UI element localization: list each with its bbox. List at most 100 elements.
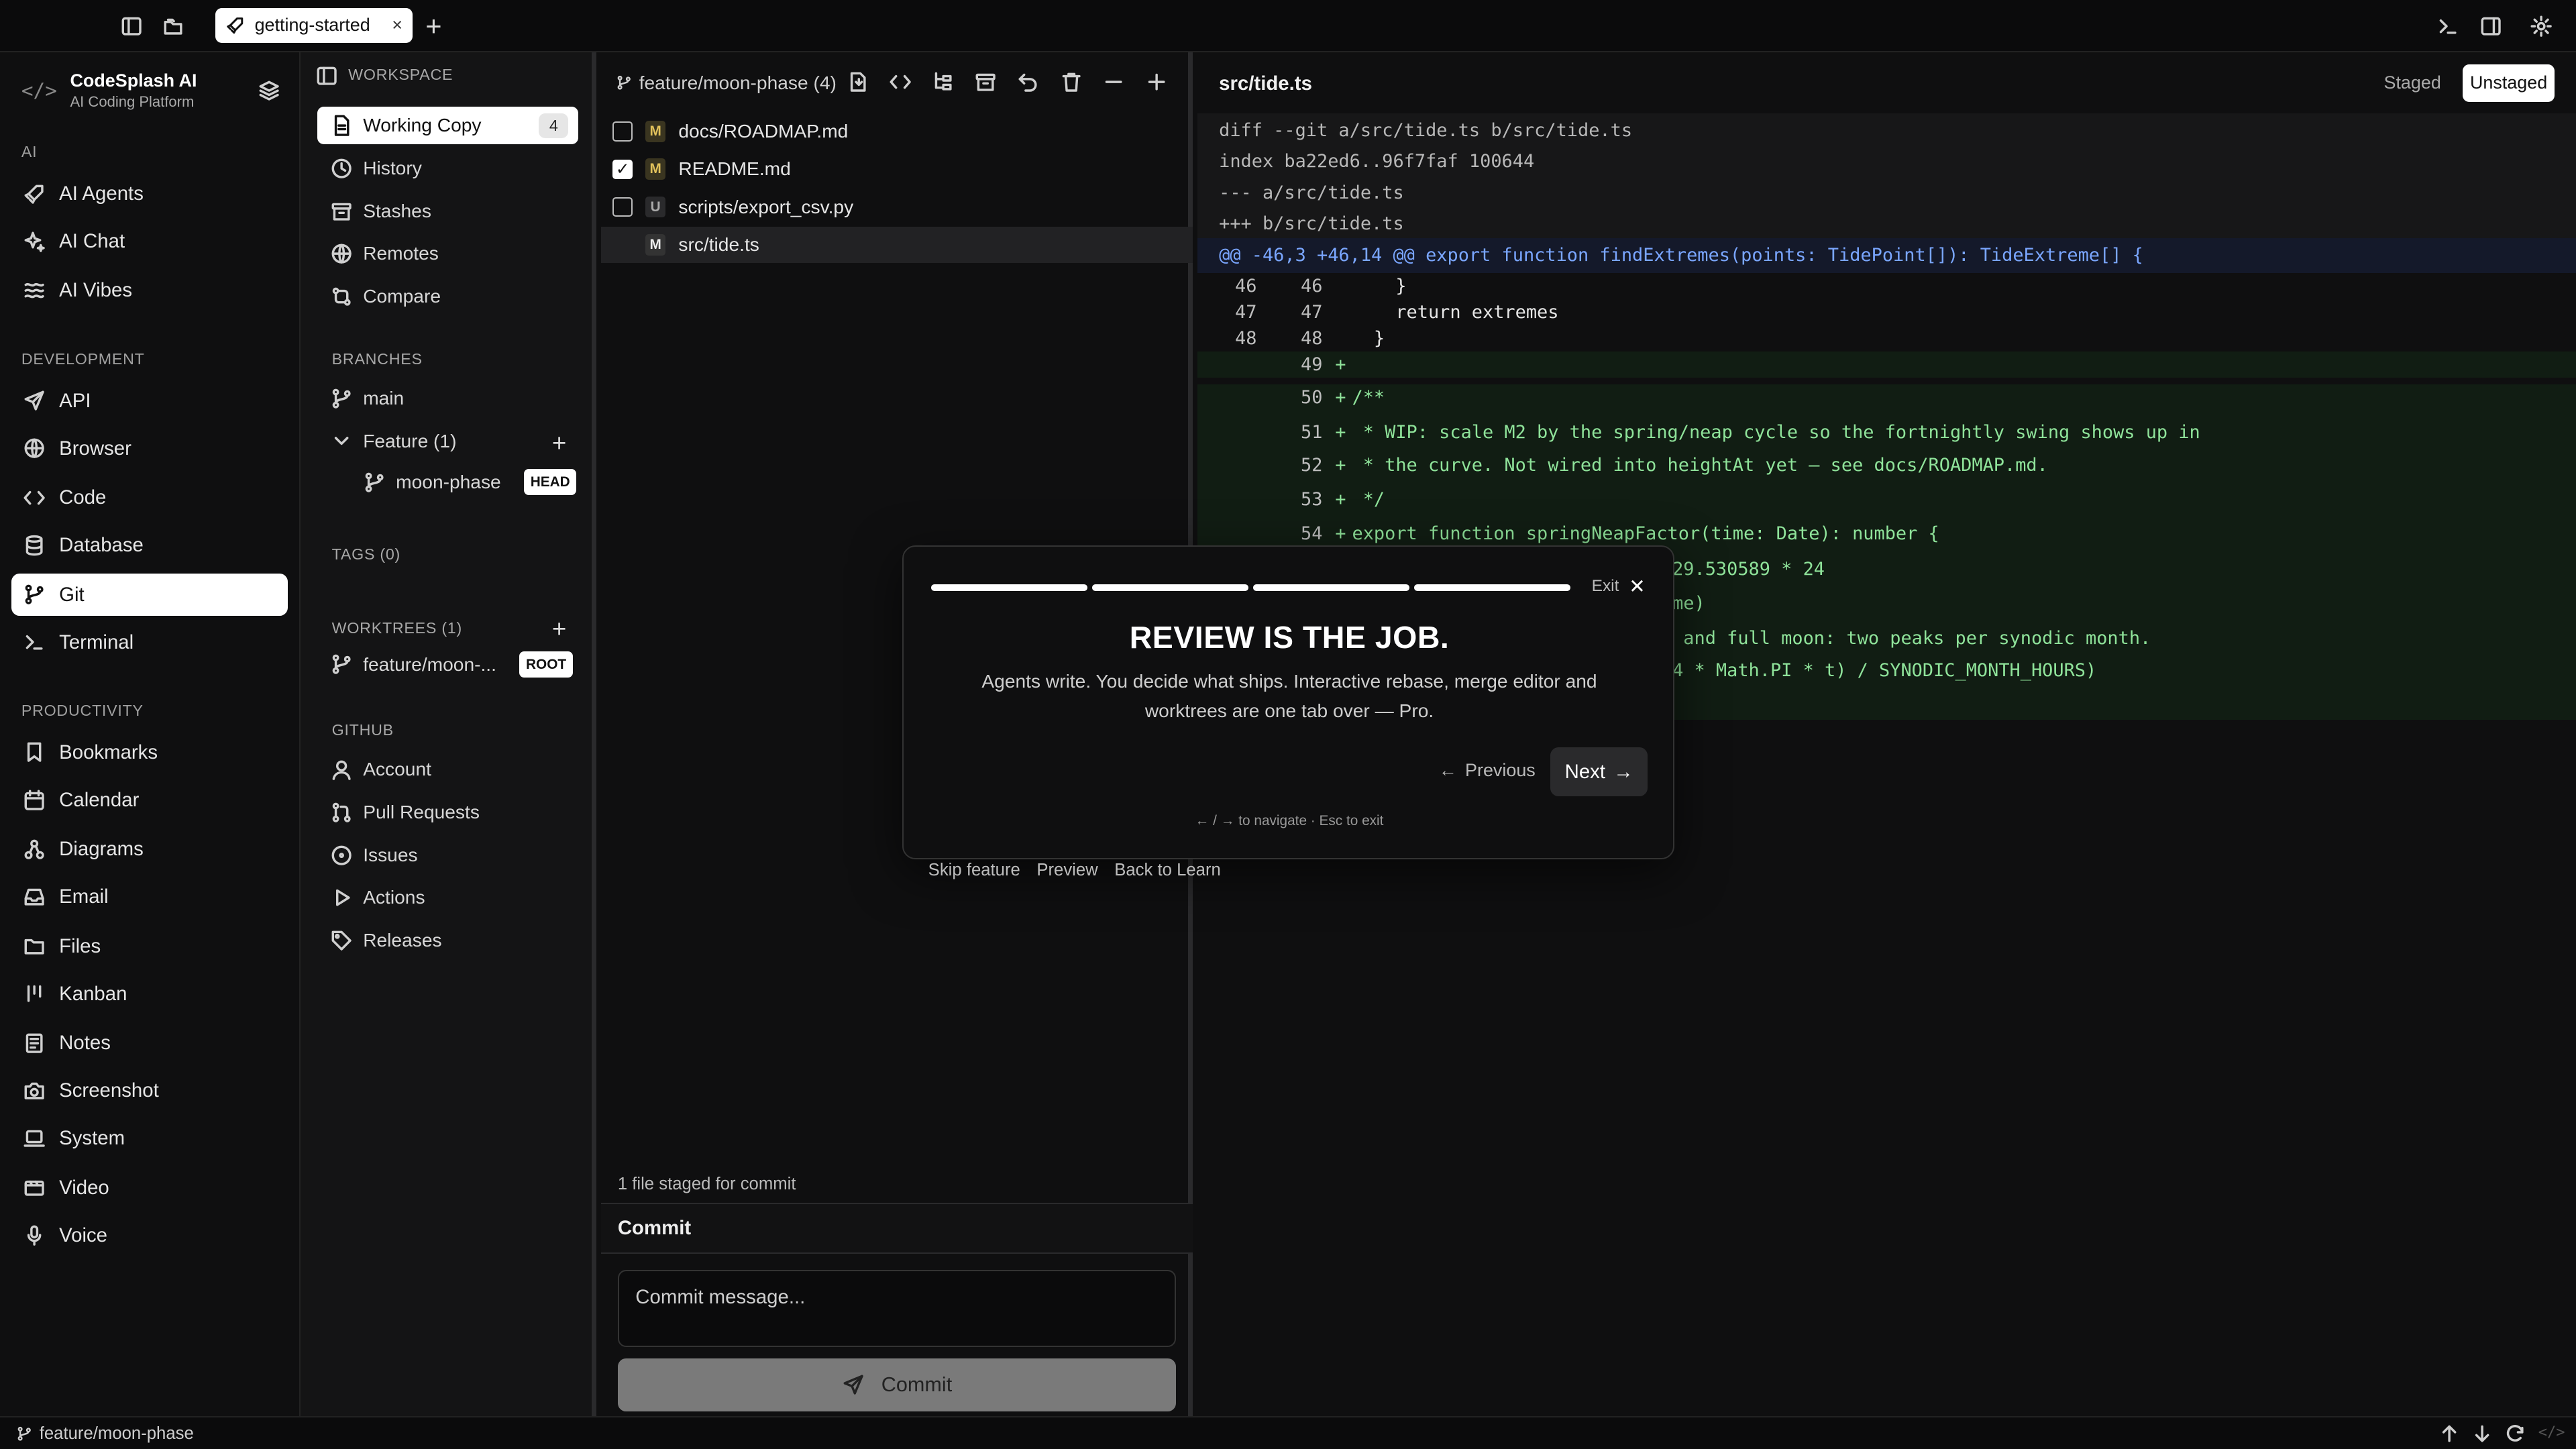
folders-icon[interactable] bbox=[162, 15, 185, 38]
branch-label: main bbox=[363, 387, 405, 409]
sidebar-item-git[interactable]: Git bbox=[11, 573, 288, 616]
code-line-partial: 29.530589 * 24 bbox=[1672, 558, 1825, 580]
notes-icon bbox=[23, 1032, 46, 1055]
stage-checkbox[interactable] bbox=[612, 121, 633, 142]
branch-moon-phase[interactable]: moon-phase HEAD bbox=[350, 464, 578, 501]
workspace-item-label: Working Copy bbox=[363, 115, 482, 136]
refresh-icon[interactable] bbox=[2504, 1422, 2526, 1445]
workspace-item-label: Compare bbox=[363, 286, 441, 307]
skip-feature-link[interactable]: Skip feature bbox=[928, 861, 1020, 880]
sidebar-item-diagrams[interactable]: Diagrams bbox=[11, 828, 287, 871]
code-line: 46 46 } bbox=[1235, 275, 1407, 297]
sidebar-item-code[interactable]: Code bbox=[11, 476, 287, 519]
github-item-account[interactable]: Account bbox=[317, 751, 578, 788]
sidebar-item-label: AI Vibes bbox=[59, 279, 133, 302]
commit-message-input[interactable] bbox=[617, 1270, 1177, 1348]
branch-group-feature[interactable]: Feature (1) bbox=[317, 422, 578, 460]
sidebar-item-voice[interactable]: Voice bbox=[11, 1214, 287, 1257]
add-worktree-button[interactable]: + bbox=[552, 616, 566, 641]
stage-checkbox[interactable] bbox=[612, 235, 632, 254]
undo-icon[interactable] bbox=[1017, 70, 1040, 93]
workspace-item-history[interactable]: History bbox=[317, 150, 578, 187]
terminal-icon[interactable] bbox=[2436, 15, 2459, 38]
stage-checkbox-checked[interactable]: ✓ bbox=[612, 159, 633, 179]
github-item-label: Account bbox=[363, 759, 431, 780]
sidebar-item-label: Diagrams bbox=[59, 838, 144, 861]
file-name: docs/ROADMAP.md bbox=[678, 120, 849, 142]
rocket-icon bbox=[225, 15, 245, 35]
tab-unstaged[interactable]: Unstaged bbox=[2463, 64, 2555, 102]
github-item-issues[interactable]: Issues bbox=[317, 837, 578, 874]
collapse-icon[interactable] bbox=[1102, 70, 1125, 93]
code-line-added: 50 +/** bbox=[1197, 384, 2576, 411]
sidebar-item-ai-vibes[interactable]: AI Vibes bbox=[11, 270, 287, 313]
sidebar-item-calendar[interactable]: Calendar bbox=[11, 779, 287, 822]
sidebar-item-email[interactable]: Email bbox=[11, 875, 287, 918]
github-item-pull-requests[interactable]: Pull Requests bbox=[317, 794, 578, 831]
git-branch-icon bbox=[16, 1426, 32, 1442]
sidebar-item-system[interactable]: System bbox=[11, 1117, 287, 1160]
git-branch-icon bbox=[363, 471, 386, 494]
code-line-added: 52 + * the curve. Not wired into heightAt… bbox=[1197, 451, 2576, 478]
preview-link[interactable]: Preview bbox=[1036, 861, 1097, 880]
sidebar-item-browser[interactable]: Browser bbox=[11, 427, 287, 470]
arrow-down-icon[interactable] bbox=[2471, 1422, 2493, 1445]
panel-collapse-icon[interactable] bbox=[315, 64, 338, 87]
layers-icon[interactable] bbox=[258, 79, 280, 102]
archive-icon[interactable] bbox=[974, 70, 997, 93]
file-row-export-csv[interactable]: U scripts/export_csv.py bbox=[601, 189, 1193, 225]
sidebar-item-ai-agents[interactable]: AI Agents bbox=[11, 172, 287, 215]
commit-button[interactable]: Commit bbox=[617, 1358, 1177, 1411]
sidebar-item-ai-chat[interactable]: AI Chat bbox=[11, 220, 287, 263]
back-to-learn-link[interactable]: Back to Learn bbox=[1114, 861, 1221, 880]
git-pull-icon[interactable] bbox=[846, 70, 869, 93]
code-icon[interactable] bbox=[889, 70, 912, 93]
exit-tour-button[interactable]: Exit ✕ bbox=[1592, 575, 1646, 598]
file-row-tide[interactable]: M src/tide.ts bbox=[601, 226, 1193, 263]
workspace-item-remotes[interactable]: Remotes bbox=[317, 235, 578, 272]
sidebar-item-database[interactable]: Database bbox=[11, 524, 287, 567]
new-tab-button[interactable]: + bbox=[425, 10, 441, 42]
branch-main[interactable]: main bbox=[317, 380, 578, 417]
branch-group-label: Feature (1) bbox=[363, 430, 457, 451]
sidebar: </> CodeSplash AI AI Coding Platform AI … bbox=[0, 52, 301, 1417]
file-row-roadmap[interactable]: M docs/ROADMAP.md bbox=[601, 113, 1193, 150]
arrow-up-icon[interactable] bbox=[2438, 1422, 2461, 1445]
workspace-item-working-copy[interactable]: Working Copy 4 bbox=[317, 107, 579, 145]
sidebar-item-terminal[interactable]: Terminal bbox=[11, 621, 287, 664]
workspace-item-stashes[interactable]: Stashes bbox=[317, 193, 578, 230]
code-line-added: 49 + bbox=[1197, 352, 2576, 378]
close-icon[interactable]: × bbox=[392, 15, 402, 36]
sidebar-item-notes[interactable]: Notes bbox=[11, 1022, 287, 1065]
previous-button[interactable]: ← Previous bbox=[1439, 760, 1536, 781]
sidebar-toggle-icon[interactable] bbox=[120, 15, 143, 38]
add-branch-button[interactable]: + bbox=[552, 431, 566, 455]
gear-icon[interactable] bbox=[2530, 15, 2553, 38]
tree-icon[interactable] bbox=[932, 70, 955, 93]
sidebar-item-api[interactable]: API bbox=[11, 380, 287, 423]
tab-getting-started[interactable]: getting-started × bbox=[215, 8, 413, 43]
trash-icon[interactable] bbox=[1060, 70, 1083, 93]
video-icon bbox=[23, 1176, 46, 1199]
stage-checkbox[interactable] bbox=[612, 197, 633, 217]
sidebar-item-label: Email bbox=[59, 885, 109, 908]
compare-icon bbox=[330, 285, 353, 308]
sidebar-item-video[interactable]: Video bbox=[11, 1167, 287, 1210]
sidebar-item-bookmarks[interactable]: Bookmarks bbox=[11, 731, 287, 774]
code-line-added: 53 + */ bbox=[1197, 486, 2576, 513]
next-button[interactable]: Next → bbox=[1550, 747, 1648, 797]
tab-staged[interactable]: Staged bbox=[2383, 72, 2440, 93]
sidebar-item-screenshot[interactable]: Screenshot bbox=[11, 1069, 287, 1112]
sidebar-item-files[interactable]: Files bbox=[11, 925, 287, 968]
commit-button-label: Commit bbox=[881, 1373, 953, 1396]
github-item-actions[interactable]: Actions bbox=[317, 879, 578, 916]
current-branch[interactable]: feature/moon-phase (4) bbox=[616, 72, 843, 94]
sidebar-item-kanban[interactable]: Kanban bbox=[11, 973, 287, 1016]
workspace-item-compare[interactable]: Compare bbox=[317, 278, 578, 315]
panel-right-icon[interactable] bbox=[2479, 15, 2502, 38]
worktree-feature-moon[interactable]: feature/moon-... ROOT bbox=[317, 645, 578, 683]
file-row-readme[interactable]: ✓ M README.md bbox=[601, 151, 1193, 187]
plus-icon[interactable] bbox=[1145, 70, 1168, 93]
github-item-releases[interactable]: Releases bbox=[317, 922, 578, 959]
status-branch[interactable]: feature/moon-phase bbox=[16, 1424, 194, 1444]
